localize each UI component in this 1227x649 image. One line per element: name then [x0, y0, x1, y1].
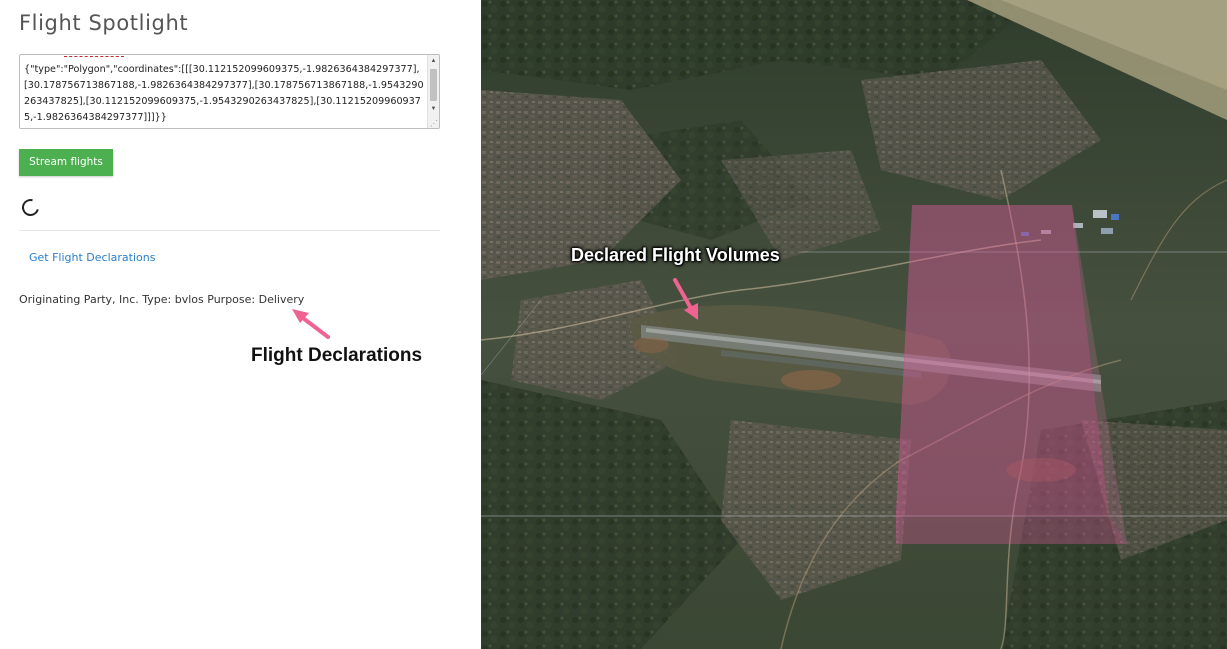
resize-handle-icon[interactable]: ⋰	[430, 120, 438, 128]
scrollbar-thumb[interactable]	[430, 69, 437, 101]
flight-declaration-item: Originating Party, Inc. Type: bvlos Purp…	[19, 293, 305, 306]
textarea-scrollbar[interactable]: ▲ ▼	[427, 55, 439, 128]
get-flight-declarations-link[interactable]: Get Flight Declarations	[29, 251, 155, 264]
left-panel: Flight Spotlight {"type":"Polygon","coor…	[0, 0, 481, 649]
geojson-text: {"type":"Polygon","coordinates":[[[30.11…	[24, 56, 426, 126]
loading-spinner-icon	[18, 195, 43, 220]
map-view[interactable]	[481, 0, 1227, 649]
scroll-up-icon[interactable]: ▲	[428, 56, 439, 66]
arrow-icon	[673, 278, 698, 320]
satellite-imagery	[481, 0, 1227, 649]
geojson-textarea[interactable]: {"type":"Polygon","coordinates":[[[30.11…	[19, 54, 440, 129]
spellcheck-underline	[64, 56, 124, 63]
geojson-value: {"type":"Polygon","coordinates":[[[30.11…	[24, 64, 424, 123]
annotation-flight-declarations: Flight Declarations	[251, 345, 423, 366]
scroll-down-icon[interactable]: ▼	[428, 104, 439, 114]
arrow-icon	[292, 309, 330, 339]
page-title: Flight Spotlight	[19, 11, 189, 35]
section-divider	[19, 230, 440, 231]
stream-flights-button[interactable]: Stream flights	[19, 149, 113, 176]
annotation-declared-flight-volumes: Declared Flight Volumes	[571, 245, 780, 265]
